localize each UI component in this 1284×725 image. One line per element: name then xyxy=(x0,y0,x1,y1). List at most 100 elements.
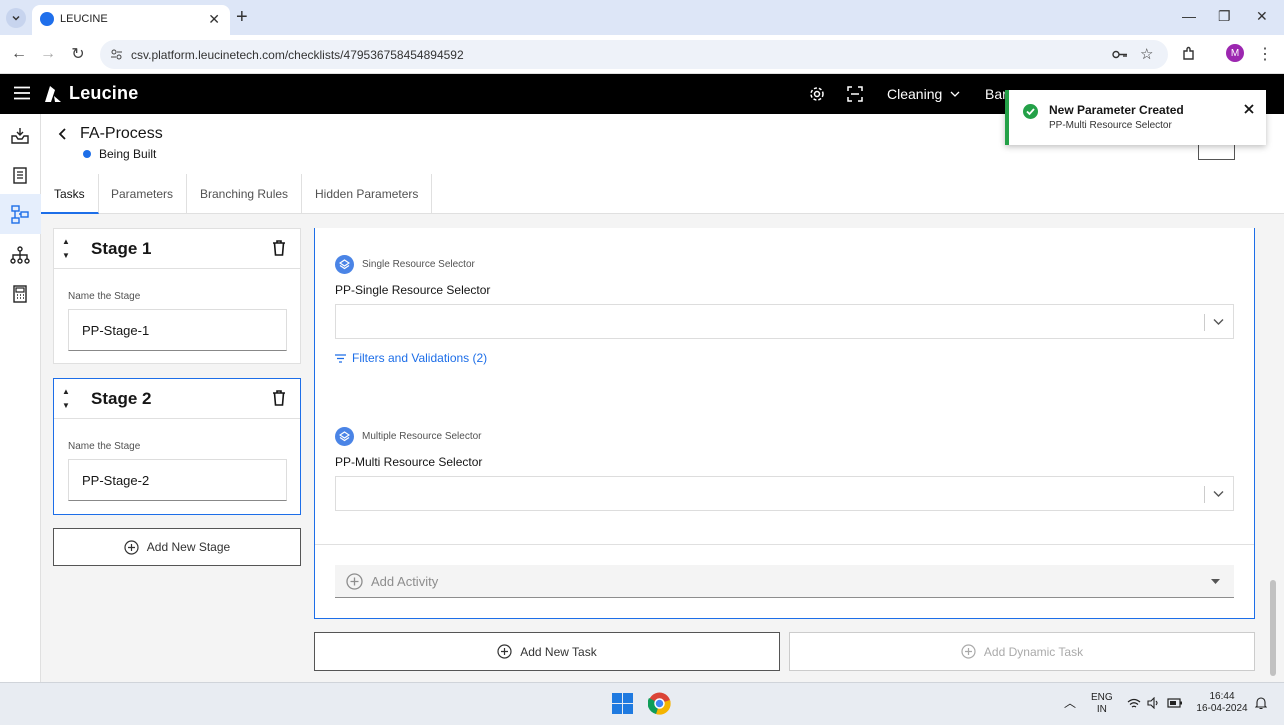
address-bar[interactable]: csv.platform.leucinetech.com/checklists/… xyxy=(100,40,1168,69)
clock[interactable]: 16:44 16-04-2024 xyxy=(1194,691,1250,715)
facility-selector[interactable]: Cleaning xyxy=(887,86,960,102)
tab-search-button[interactable] xyxy=(6,8,26,28)
hamburger-menu-icon[interactable] xyxy=(14,86,30,100)
parameter-type-label: Multiple Resource Selector xyxy=(362,431,482,442)
forward-arrow-icon[interactable]: → xyxy=(39,45,57,63)
add-activity-label: Add Activity xyxy=(371,573,439,589)
clock-date: 16-04-2024 xyxy=(1196,703,1248,714)
delete-trash-icon[interactable] xyxy=(272,390,286,406)
stage-card-active[interactable]: ▲ ▼ Stage 2 Name the Stage PP-Stage-2 xyxy=(53,378,301,515)
back-arrow-icon[interactable]: ← xyxy=(10,45,28,63)
checklist-icon[interactable] xyxy=(10,165,30,185)
delete-trash-icon[interactable] xyxy=(272,240,286,256)
reorder-arrows[interactable]: ▲ ▼ xyxy=(62,385,70,413)
browser-toolbar: ← → ↻ csv.platform.leucinetech.com/check… xyxy=(0,35,1284,74)
speaker-icon[interactable] xyxy=(1147,697,1160,709)
add-new-stage-label: Add New Stage xyxy=(146,540,231,554)
password-key-icon[interactable] xyxy=(1112,48,1128,61)
process-nav-item[interactable] xyxy=(0,194,41,234)
stage-name: Stage 2 xyxy=(91,389,152,408)
browser-tab[interactable]: LEUCINE ✕ xyxy=(32,5,230,35)
profile-avatar[interactable]: M xyxy=(1226,44,1244,62)
new-tab-icon[interactable]: + xyxy=(236,6,248,29)
chevron-down-icon[interactable] xyxy=(1212,487,1225,500)
stage-name-label: Name the Stage xyxy=(68,291,141,302)
header-menu-truncated[interactable]: Bar xyxy=(985,86,1007,102)
parameter-type-label: Single Resource Selector xyxy=(362,259,475,270)
site-info-icon[interactable] xyxy=(110,48,123,61)
page-tabs: Tasks Parameters Branching Rules Hidden … xyxy=(41,174,1284,214)
close-window-icon[interactable]: ✕ xyxy=(1256,8,1268,25)
add-new-stage-button[interactable]: Add New Stage xyxy=(53,528,301,566)
success-toast: New Parameter Created PP-Multi Resource … xyxy=(1005,90,1266,145)
reload-icon[interactable]: ↻ xyxy=(69,45,87,63)
close-icon[interactable] xyxy=(1244,104,1254,114)
back-chevron-icon[interactable] xyxy=(57,128,69,140)
settings-gear-icon[interactable] xyxy=(809,86,825,102)
add-circle-icon xyxy=(124,539,139,555)
bookmark-star-icon[interactable]: ☆ xyxy=(1140,45,1153,63)
multi-resource-select[interactable] xyxy=(335,476,1234,511)
chevron-down-icon[interactable] xyxy=(1212,315,1225,328)
language-indicator[interactable]: ENG IN xyxy=(1091,692,1113,716)
tab-tasks[interactable]: Tasks xyxy=(41,174,99,214)
move-up-icon[interactable]: ▲ xyxy=(62,385,70,399)
status-text: Being Built xyxy=(99,147,157,161)
close-tab-icon[interactable]: ✕ xyxy=(208,11,220,28)
extensions-icon[interactable] xyxy=(1181,46,1197,62)
add-activity-dropdown[interactable]: Add Activity xyxy=(335,565,1234,598)
parameter-type: Multiple Resource Selector xyxy=(335,427,482,446)
windows-start-icon[interactable] xyxy=(612,693,633,714)
tab-parameters[interactable]: Parameters xyxy=(98,174,188,214)
parameter-label: PP-Multi Resource Selector xyxy=(335,455,483,469)
single-resource-select[interactable] xyxy=(335,304,1234,339)
reorder-arrows[interactable]: ▲ ▼ xyxy=(62,235,70,263)
add-dynamic-task-label: Add Dynamic Task xyxy=(983,644,1084,659)
language-code: ENG xyxy=(1091,692,1113,703)
resource-layers-icon xyxy=(335,255,354,274)
move-up-icon[interactable]: ▲ xyxy=(62,235,70,249)
add-dynamic-task-button[interactable]: Add Dynamic Task xyxy=(789,632,1255,671)
maximize-icon[interactable]: ❐ xyxy=(1218,8,1231,25)
clock-time: 16:44 xyxy=(1209,691,1235,702)
tab-hidden-parameters[interactable]: Hidden Parameters xyxy=(302,174,433,214)
toast-title: New Parameter Created xyxy=(1049,103,1184,117)
filters-and-validations-link[interactable]: Filters and Validations (2) xyxy=(335,351,487,365)
notification-bell-icon[interactable] xyxy=(1255,697,1267,710)
add-new-task-button[interactable]: Add New Task xyxy=(314,632,780,671)
tab-branching-rules[interactable]: Branching Rules xyxy=(187,174,303,214)
hierarchy-icon[interactable] xyxy=(10,245,30,265)
page-scrollbar[interactable] xyxy=(1270,580,1276,676)
move-down-icon[interactable]: ▼ xyxy=(62,399,70,413)
brand[interactable]: Leucine xyxy=(43,83,138,104)
calculator-icon[interactable] xyxy=(10,284,30,304)
browser-menu-icon[interactable]: ⋮ xyxy=(1256,45,1274,63)
minimize-icon[interactable]: — xyxy=(1182,8,1196,24)
select-separator xyxy=(1204,486,1205,503)
scan-icon[interactable] xyxy=(847,86,863,102)
parameter-type: Single Resource Selector xyxy=(335,255,475,274)
battery-icon[interactable] xyxy=(1167,697,1183,709)
status-indicator: Being Built xyxy=(83,147,156,161)
add-circle-icon xyxy=(961,644,976,659)
add-circle-icon xyxy=(346,572,363,590)
inbox-icon[interactable] xyxy=(10,126,30,146)
resource-layers-icon xyxy=(335,427,354,446)
filters-label: Filters and Validations (2) xyxy=(352,351,488,365)
chevron-down-icon xyxy=(12,15,20,21)
stage-name-input[interactable]: PP-Stage-2 xyxy=(68,459,287,501)
facility-name: Cleaning xyxy=(887,86,943,102)
stage-name-input[interactable]: PP-Stage-1 xyxy=(68,309,287,351)
brand-name: Leucine xyxy=(69,83,139,103)
chrome-icon[interactable] xyxy=(648,692,671,715)
stage-card[interactable]: ▲ ▼ Stage 1 Name the Stage PP-Stage-1 xyxy=(53,228,301,364)
add-new-task-label: Add New Task xyxy=(520,644,597,659)
task-panel: Single Resource Selector PP-Single Resou… xyxy=(314,228,1255,619)
wifi-icon[interactable] xyxy=(1127,698,1141,709)
divider xyxy=(315,544,1254,545)
tray-expand-icon[interactable]: ︿ xyxy=(1064,697,1076,709)
stage-card-header: ▲ ▼ Stage 2 xyxy=(54,379,300,419)
parameter-label: PP-Single Resource Selector xyxy=(335,283,491,297)
move-down-icon[interactable]: ▼ xyxy=(62,249,70,263)
toast-subtitle: PP-Multi Resource Selector xyxy=(1049,120,1172,131)
